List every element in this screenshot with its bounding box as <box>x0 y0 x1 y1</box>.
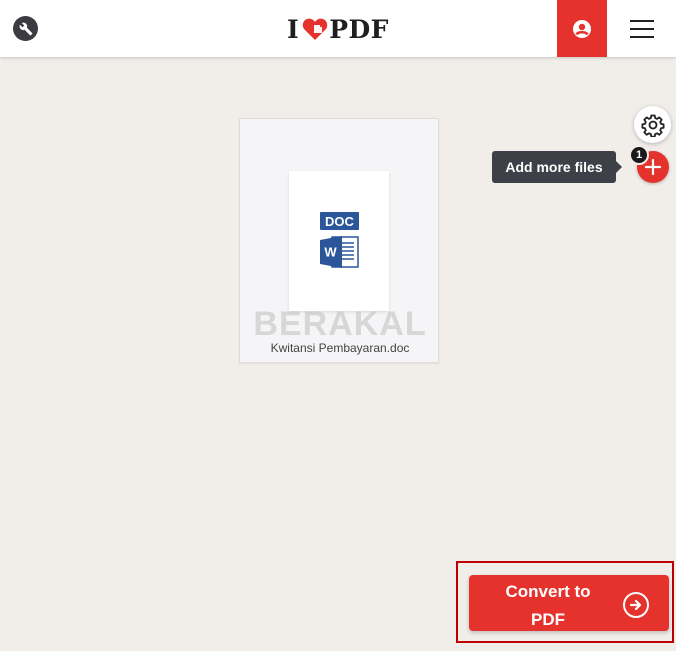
settings-button[interactable] <box>634 106 671 143</box>
tools-button[interactable] <box>13 16 38 41</box>
logo-suffix: PDF <box>329 14 389 44</box>
file-type-label: DOC <box>320 212 359 230</box>
file-count-badge: 1 <box>629 145 649 165</box>
file-thumbnail: DOC W <box>289 171 389 311</box>
add-more-files-tooltip: Add more files <box>492 151 622 183</box>
arrow-right-circle-icon <box>623 592 649 618</box>
user-icon <box>573 19 591 38</box>
top-header: I PDF <box>0 0 676 57</box>
word-document-icon: W <box>320 235 360 274</box>
convert-button-label: Convert to PDF <box>487 578 609 634</box>
file-card[interactable]: DOC W BERAKAL Kwitansi Pembayaran.doc <box>239 118 439 363</box>
convert-label-line2: PDF <box>531 610 565 629</box>
svg-text:W: W <box>324 245 337 260</box>
wrench-icon <box>19 22 32 35</box>
convert-label-line1: Convert to <box>505 582 591 601</box>
hamburger-menu-icon-line <box>630 27 654 30</box>
user-account-button[interactable] <box>557 0 607 57</box>
hamburger-menu-icon-line <box>630 19 654 22</box>
heart-icon <box>302 17 328 41</box>
hamburger-menu-button[interactable] <box>618 10 666 47</box>
hamburger-menu-icon-line <box>630 35 654 38</box>
file-name: Kwitansi Pembayaran.doc <box>270 341 410 355</box>
ilovepdf-logo[interactable]: I PDF <box>287 13 389 45</box>
convert-to-pdf-button[interactable]: Convert to PDF <box>469 575 669 631</box>
logo-prefix: I <box>287 14 300 44</box>
gear-icon <box>641 114 664 137</box>
watermark-text: BERAKAL <box>253 305 427 343</box>
